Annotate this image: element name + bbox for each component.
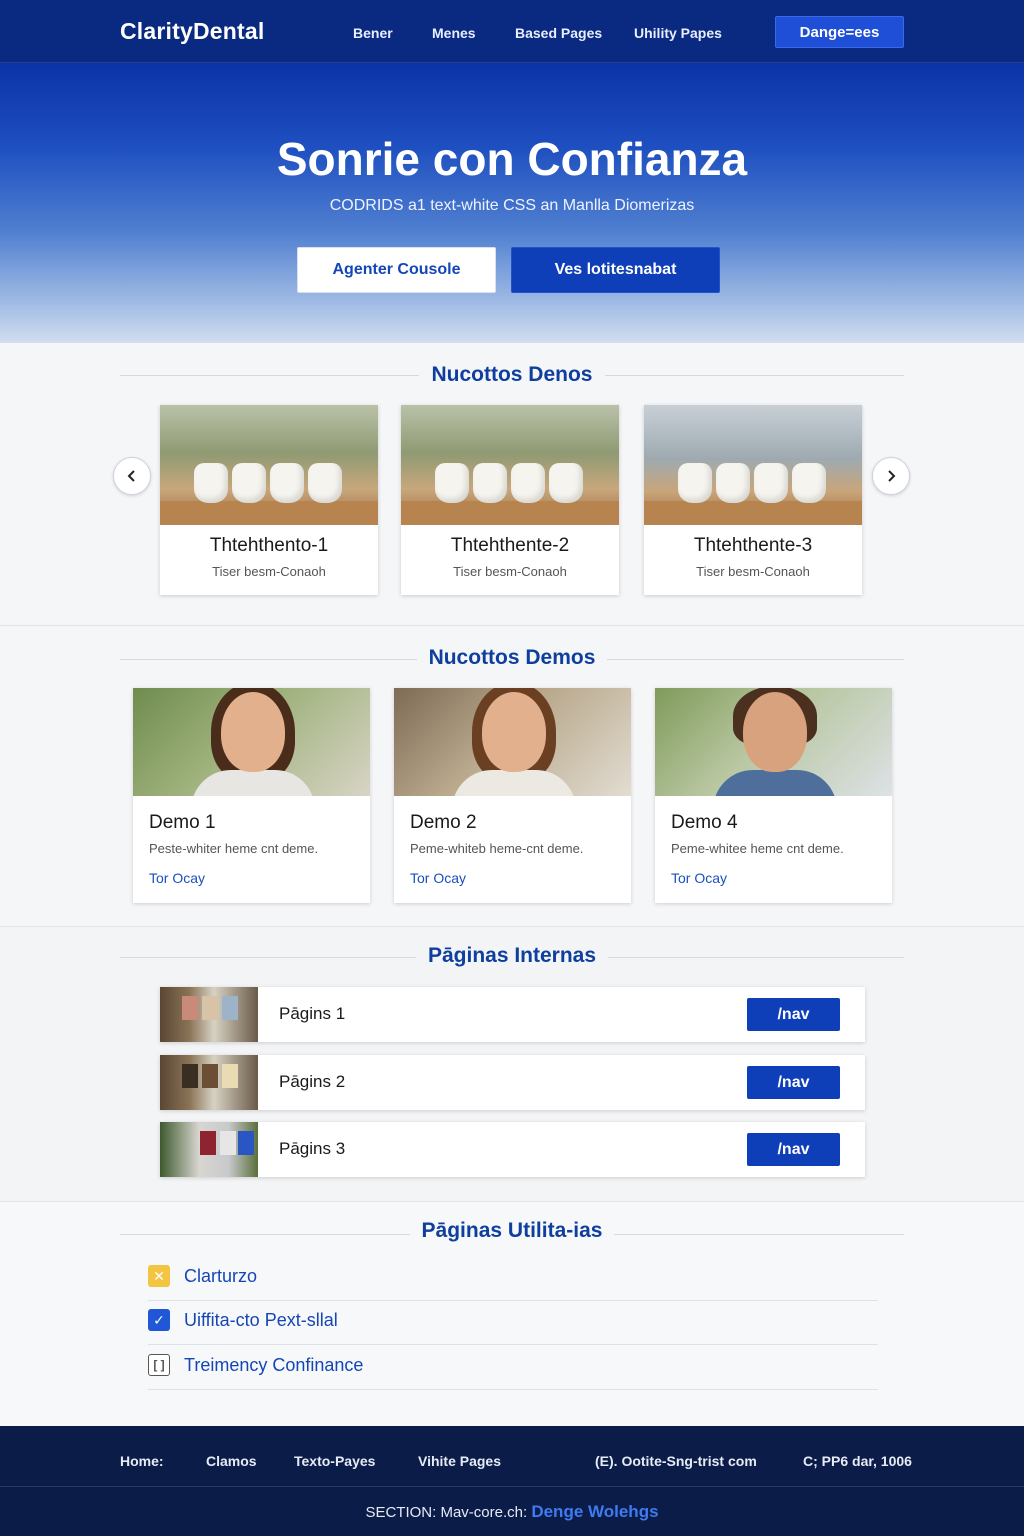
treatment-image — [644, 405, 862, 525]
brand-logo[interactable]: ClarityDental — [120, 18, 264, 45]
footer-link-texto-payes[interactable]: Texto-Payes — [294, 1453, 375, 1469]
treatment-card[interactable]: Thtehthente-3 Tiser besm-Conaoh — [644, 405, 862, 595]
utility-label: Clarturzo — [184, 1266, 258, 1286]
treatment-image — [401, 405, 619, 525]
demo-title: Demo 1 — [149, 812, 216, 833]
demo-link[interactable]: Tor Ocay — [671, 870, 727, 886]
demo-photo — [655, 688, 892, 796]
demo-photo — [133, 688, 370, 796]
demo-description: Peme-whitee heme cnt deme. — [671, 841, 844, 856]
treatment-image — [160, 405, 378, 525]
demo-link[interactable]: Tor Ocay — [410, 870, 466, 886]
demo-description: Peste-whiter heme cnt deme. — [149, 841, 319, 856]
footer-link-home[interactable]: Home: — [120, 1453, 164, 1469]
treatment-title: Thtehthente-2 — [450, 535, 570, 556]
footer-contact-email[interactable]: (E). Ootite-Sng-trist com — [595, 1453, 757, 1469]
utility-label: Treimency Confinance — [184, 1355, 364, 1375]
carousel-next-button[interactable] — [872, 457, 910, 495]
page-nav-button[interactable]: /nav — [747, 1066, 840, 1099]
treatment-subtitle: Tiser besm-Conaoh — [212, 564, 326, 579]
demo-card[interactable]: Demo 4 Peme-whitee heme cnt deme. Tor Oc… — [655, 688, 892, 903]
page-row[interactable]: Pāgins 3 /nav — [160, 1122, 865, 1177]
footer-bottom-prefix: SECTION: Mav-core.ch: — [365, 1504, 528, 1521]
internal-pages-heading-text: Pāginas Internas — [415, 944, 609, 967]
footer-divider — [0, 1486, 1024, 1487]
demo-card[interactable]: Demo 1 Peste-whiter heme cnt deme. Tor O… — [133, 688, 370, 903]
warning-icon: ✕ — [148, 1265, 170, 1287]
chevron-left-icon — [127, 470, 135, 482]
page-thumbnail — [160, 1055, 258, 1110]
utility-pages-heading: Pāginas Utilita-ias — [0, 1219, 1024, 1243]
hero-title: Sonrie con Confianza — [276, 133, 748, 185]
page-thumbnail — [160, 1122, 258, 1177]
checkbox-checked-icon: ✓ — [148, 1309, 170, 1331]
document-icon: [ ] — [148, 1354, 170, 1376]
hero-subtitle: CODRIDS a1 text-white CSS an Manlla Diom… — [329, 197, 695, 214]
nav-link-bener[interactable]: Bener — [353, 25, 393, 41]
treatment-subtitle: Tiser besm-Conaoh — [696, 564, 810, 579]
utility-item[interactable]: ✓ Uiffita-cto Pext-sllal — [148, 1301, 878, 1345]
hero-banner: Sonrie con Confianza CODRIDS a1 text-whi… — [0, 63, 1024, 343]
page-label: Pāgins 3 — [279, 1139, 346, 1158]
nav-link-utility-pages[interactable]: Uhility Papes — [634, 25, 722, 41]
demo-title: Demo 4 — [671, 812, 738, 833]
hero-primary-button[interactable]: Agenter Cousole — [297, 247, 496, 293]
treatments-heading-text: Nucottos Denos — [419, 363, 605, 386]
internal-pages-heading: Pāginas Internas — [0, 944, 1024, 968]
page-nav-button[interactable]: /nav — [747, 998, 840, 1031]
page-row[interactable]: Pāgins 2 /nav — [160, 1055, 865, 1110]
treatment-card[interactable]: Thtehthente-2 Tiser besm-Conaoh — [401, 405, 619, 595]
treatment-title: Thtehthento-1 — [209, 535, 329, 556]
footer-link-clamos[interactable]: Clamos — [206, 1453, 257, 1469]
demo-link[interactable]: Tor Ocay — [149, 870, 205, 886]
carousel-prev-button[interactable] — [113, 457, 151, 495]
nav-link-menes[interactable]: Menes — [432, 25, 476, 41]
demo-description: Peme-whiteb heme-cnt deme. — [410, 841, 584, 856]
demos-heading-text: Nucottos Demos — [416, 646, 608, 669]
demos-heading: Nucottos Demos — [0, 646, 1024, 670]
footer-bottom-line: SECTION: Mav-core.ch: Denge Wolehgs — [0, 1502, 1024, 1522]
top-nav: ClarityDental Bener Menes Based Pages Uh… — [0, 0, 1024, 63]
footer-bottom-brand[interactable]: Denge Wolehgs — [531, 1502, 658, 1521]
treatments-heading: Nucottos Denos — [0, 363, 1024, 387]
nav-cta-button[interactable]: Dange=ees — [775, 16, 904, 48]
utility-item[interactable]: [ ] Treimency Confinance — [148, 1346, 878, 1390]
hero-secondary-button[interactable]: Ves lotitesnabat — [511, 247, 720, 293]
chevron-right-icon — [888, 470, 896, 482]
site-footer: Home: Clamos Texto-Payes Vihite Pages (E… — [0, 1426, 1024, 1536]
utility-label: Uiffita-cto Pext-sllal — [184, 1310, 338, 1330]
demo-title: Demo 2 — [410, 812, 477, 833]
demo-card[interactable]: Demo 2 Peme-whiteb heme-cnt deme. Tor Oc… — [394, 688, 631, 903]
page-row[interactable]: Pāgins 1 /nav — [160, 987, 865, 1042]
demo-photo — [394, 688, 631, 796]
utility-item[interactable]: ✕ Clarturzo — [148, 1257, 878, 1301]
footer-link-vihite-pages[interactable]: Vihite Pages — [418, 1453, 501, 1469]
page-thumbnail — [160, 987, 258, 1042]
page-label: Pāgins 2 — [279, 1072, 346, 1091]
treatment-subtitle: Tiser besm-Conaoh — [453, 564, 567, 579]
nav-link-based-pages[interactable]: Based Pages — [515, 25, 602, 41]
footer-contact-phone: C; PP6 dar, 1006 — [803, 1453, 912, 1469]
treatment-card[interactable]: Thtehthento-1 Tiser besm-Conaoh — [160, 405, 378, 595]
treatment-title: Thtehthente-3 — [693, 535, 813, 556]
utility-pages-heading-text: Pāginas Utilita-ias — [409, 1219, 615, 1242]
page-label: Pāgins 1 — [279, 1004, 346, 1023]
page-nav-button[interactable]: /nav — [747, 1133, 840, 1166]
